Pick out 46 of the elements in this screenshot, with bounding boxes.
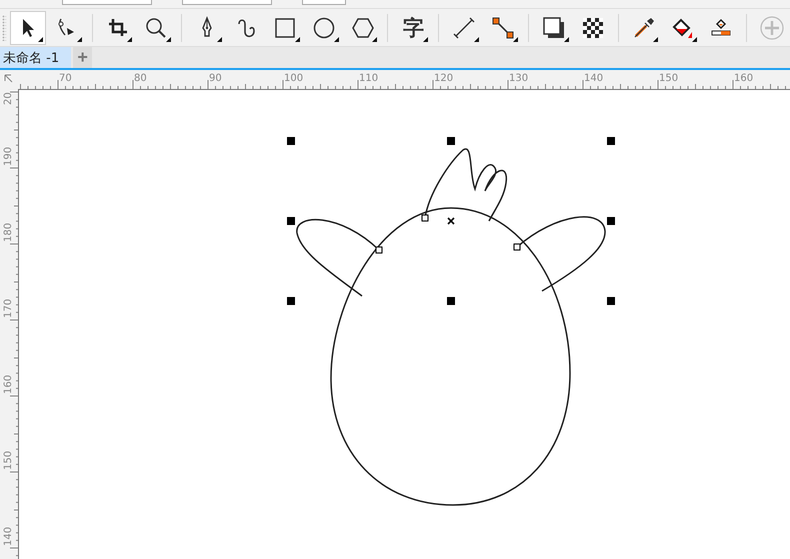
ruler-label: 20 bbox=[3, 92, 14, 105]
plus-icon bbox=[760, 16, 784, 40]
selection-handle[interactable] bbox=[287, 137, 295, 145]
ruler-label: 80 bbox=[134, 73, 147, 84]
chick-drawing[interactable] bbox=[296, 148, 606, 506]
ruler-label: 150 bbox=[3, 450, 14, 470]
ruler-label: 180 bbox=[3, 222, 14, 242]
ruler-label: 160 bbox=[734, 73, 754, 84]
ruler-label: 150 bbox=[659, 73, 678, 84]
zoom-icon bbox=[144, 16, 168, 40]
dimension-line-icon bbox=[452, 16, 476, 40]
ruler-label: 120 bbox=[434, 73, 454, 84]
ruler-label: 140 bbox=[584, 73, 604, 84]
selection-handle[interactable] bbox=[607, 217, 615, 225]
ruler-label: 140 bbox=[3, 526, 14, 546]
ruler-label: 100 bbox=[284, 73, 304, 84]
selection-handle[interactable] bbox=[447, 297, 455, 305]
selection-handle[interactable] bbox=[287, 217, 295, 225]
input-field[interactable] bbox=[62, 0, 152, 5]
ruler-label: 90 bbox=[209, 73, 222, 84]
center-mark-icon bbox=[447, 217, 455, 225]
toolbar-grip[interactable] bbox=[2, 15, 6, 41]
ruler-label: 190 bbox=[3, 146, 14, 166]
selection-handle[interactable] bbox=[447, 137, 455, 145]
rectangle-icon bbox=[272, 16, 297, 40]
ruler-label: 160 bbox=[3, 374, 14, 394]
node-handle[interactable] bbox=[514, 244, 520, 250]
pick-tool-button[interactable] bbox=[10, 10, 46, 44]
selection-handle[interactable] bbox=[287, 297, 295, 305]
ruler-label: 130 bbox=[509, 73, 528, 84]
input-field[interactable] bbox=[182, 0, 272, 5]
input-field[interactable] bbox=[302, 0, 346, 5]
node-handle[interactable] bbox=[422, 214, 428, 222]
ellipse-icon bbox=[312, 16, 336, 40]
ruler-label: 70 bbox=[59, 73, 72, 84]
ruler-label: 170 bbox=[3, 298, 14, 318]
selection-handle[interactable] bbox=[607, 297, 615, 305]
node-handle[interactable] bbox=[376, 246, 382, 254]
selection-handle[interactable] bbox=[607, 137, 615, 145]
text-tool-button[interactable]: 字 bbox=[395, 10, 432, 44]
ruler-label: 110 bbox=[359, 73, 378, 84]
checkerboard-icon bbox=[580, 16, 605, 40]
hexagon-icon bbox=[350, 16, 375, 40]
drop-shadow-icon bbox=[542, 16, 566, 40]
document-tab[interactable]: 未命名 -1 bbox=[0, 47, 72, 68]
connector-icon bbox=[491, 16, 516, 40]
